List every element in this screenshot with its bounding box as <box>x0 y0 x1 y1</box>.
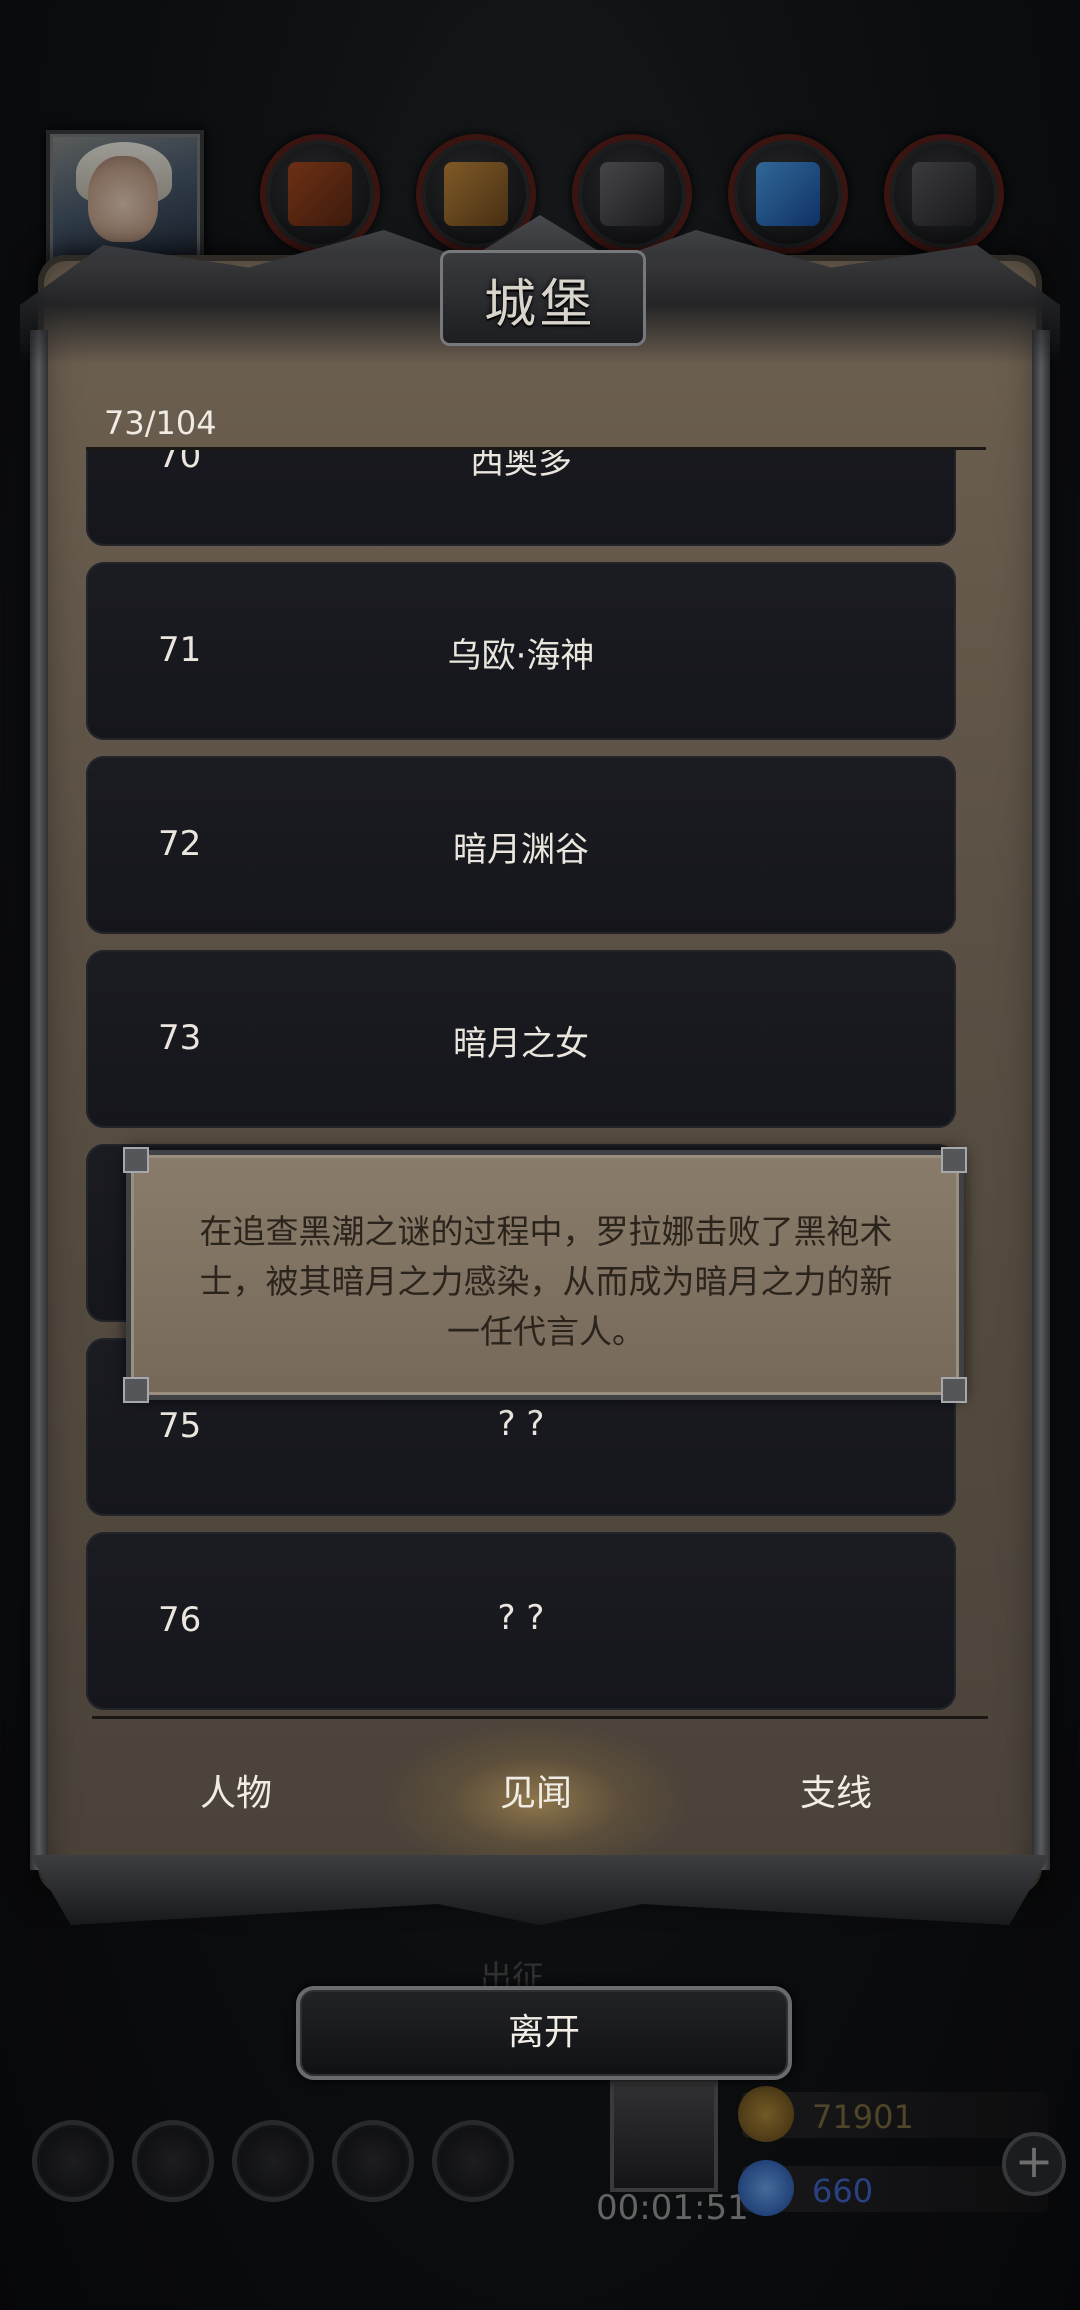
frame-left <box>30 330 48 1870</box>
entry-name: 暗月渊谷 <box>453 830 589 870</box>
entry-name: 西奥多 <box>470 450 572 482</box>
collection-progress: 73/104 <box>104 404 217 442</box>
tooltip-corner <box>941 1147 967 1173</box>
tooltip-corner <box>123 1377 149 1403</box>
list-item[interactable]: 76 ? ? <box>86 1532 956 1710</box>
tooltip-corner <box>941 1377 967 1403</box>
tab-characters[interactable]: 人物 <box>86 1724 386 1864</box>
list-item[interactable]: 70 西奥多 <box>86 450 956 546</box>
tab-lore[interactable]: 见闻 <box>386 1724 686 1864</box>
entry-name: ? ? <box>497 1598 545 1638</box>
entry-list[interactable]: 70 西奥多 71 乌欧·海神 72 暗月渊谷 73 暗月之女 74 75 ? … <box>86 450 986 1715</box>
tooltip-text: 在追查黑潮之谜的过程中，罗拉娜击败了黑袍术士，被其暗月之力感染，从而成为暗月之力… <box>199 1212 893 1351</box>
list-item[interactable]: 73 暗月之女 <box>86 950 956 1128</box>
list-item[interactable]: 71 乌欧·海神 <box>86 562 956 740</box>
frame-right <box>1032 330 1050 1870</box>
panel-title: 城堡 <box>483 275 596 335</box>
frame-bottom-ornament <box>30 1855 1050 1925</box>
tab-divider <box>92 1716 988 1719</box>
lore-tooltip: 在追查黑潮之谜的过程中，罗拉娜击败了黑袍术士，被其暗月之力感染，从而成为暗月之力… <box>123 1147 967 1403</box>
tab-bar: 人物 见闻 支线 <box>86 1724 986 1864</box>
list-item[interactable]: 72 暗月渊谷 <box>86 756 956 934</box>
entry-name: ? ? <box>497 1404 545 1444</box>
tooltip-corner <box>123 1147 149 1173</box>
leave-button[interactable]: 离开 <box>296 1986 792 2080</box>
tab-sidequests[interactable]: 支线 <box>686 1724 986 1864</box>
entry-name: 乌欧·海神 <box>447 636 595 676</box>
entry-name: 暗月之女 <box>453 1024 589 1064</box>
